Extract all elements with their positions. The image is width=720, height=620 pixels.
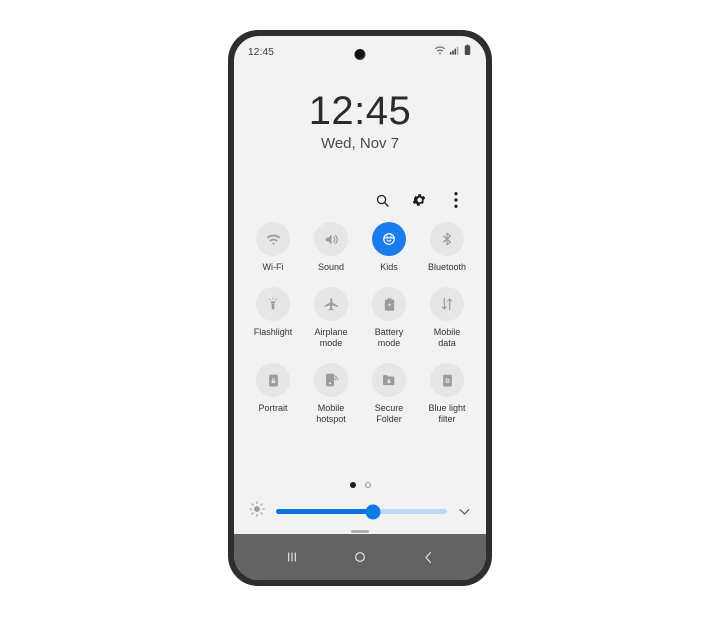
qs-tile-label: Flashlight	[253, 327, 293, 337]
home-icon[interactable]	[343, 540, 377, 574]
qs-tile-label: Mobile data	[433, 327, 461, 348]
qs-tile-blue-light-filter[interactable]: B Blue light filter	[418, 363, 476, 425]
phone-screen: 12:45 12:45 Wed, Nov 7 Wi-Fi Sound Kids …	[234, 36, 486, 580]
airplane-icon	[314, 287, 348, 321]
brightness-icon	[248, 500, 266, 523]
wifi-icon	[434, 43, 446, 61]
qs-tile-portrait[interactable]: Portrait	[244, 363, 302, 425]
brightness-slider-fill	[276, 509, 374, 514]
battery-icon	[463, 43, 472, 61]
front-camera-hole	[354, 49, 366, 60]
signal-icon	[449, 43, 460, 61]
qs-tile-kids[interactable]: Kids	[360, 222, 418, 273]
qs-tile-label: Mobile hotspot	[316, 403, 346, 424]
page-dot-1[interactable]	[349, 482, 356, 488]
brightness-row	[248, 500, 472, 523]
back-icon[interactable]	[411, 540, 445, 574]
bluetooth-icon	[430, 222, 464, 256]
status-bar-clock: 12:45	[248, 46, 275, 58]
qs-tile-flashlight[interactable]: Flashlight	[244, 287, 302, 349]
qs-tile-label: Secure Folder	[374, 403, 404, 424]
wifi-icon	[256, 222, 290, 256]
qs-tile-label: Kids	[380, 262, 398, 272]
secure-folder-icon	[372, 363, 406, 397]
panel-drag-handle[interactable]	[351, 530, 369, 533]
quick-settings-toolbar	[372, 190, 466, 210]
qs-tile-airplane-mode[interactable]: Airplane mode	[302, 287, 360, 349]
mobile-data-icon	[430, 287, 464, 321]
portrait-lock-icon	[256, 363, 290, 397]
page-indicator	[234, 482, 486, 488]
navigation-bar	[234, 534, 486, 580]
qs-tile-label: Wi-Fi	[262, 262, 284, 272]
qs-tile-label: Blue light filter	[428, 403, 466, 424]
qs-tile-battery-mode[interactable]: Battery mode	[360, 287, 418, 349]
page-dot-2[interactable]	[364, 482, 371, 488]
status-bar-icons	[434, 43, 472, 61]
qs-tile-mobile-hotspot[interactable]: Mobile hotspot	[302, 363, 360, 425]
gear-icon[interactable]	[409, 190, 429, 210]
sound-icon	[314, 222, 348, 256]
clock-date: Wed, Nov 7	[320, 135, 400, 152]
more-options-icon[interactable]	[446, 190, 466, 210]
clock-time: 12:45	[308, 89, 412, 133]
search-icon[interactable]	[372, 190, 392, 210]
qs-tile-label: Sound	[317, 262, 345, 272]
brightness-slider[interactable]	[276, 504, 447, 519]
kids-icon	[372, 222, 406, 256]
qs-tile-label: Battery mode	[374, 327, 404, 348]
chevron-down-icon[interactable]	[457, 504, 472, 519]
qs-tile-label: Bluetooth	[427, 262, 467, 272]
battery-mode-icon	[372, 287, 406, 321]
recents-icon[interactable]	[275, 540, 309, 574]
brightness-slider-thumb[interactable]	[365, 504, 381, 519]
qs-tile-sound[interactable]: Sound	[302, 222, 360, 273]
qs-tile-label: Airplane mode	[314, 327, 348, 348]
flashlight-icon	[256, 287, 290, 321]
qs-tile-label: Portrait	[258, 403, 288, 413]
blue-light-icon: B	[430, 363, 464, 397]
phone-frame: 12:45 12:45 Wed, Nov 7 Wi-Fi Sound Kids …	[228, 30, 492, 586]
hotspot-icon	[314, 363, 348, 397]
lockscreen-clock: 12:45 Wed, Nov 7	[234, 90, 486, 152]
qs-tile-wifi[interactable]: Wi-Fi	[244, 222, 302, 273]
qs-tile-mobile-data[interactable]: Mobile data	[418, 287, 476, 349]
quick-settings-grid: Wi-Fi Sound Kids Bluetooth Flashlight Ai…	[244, 222, 476, 425]
qs-tile-bluetooth[interactable]: Bluetooth	[418, 222, 476, 273]
svg-text:B: B	[445, 378, 450, 385]
qs-tile-secure-folder[interactable]: Secure Folder	[360, 363, 418, 425]
